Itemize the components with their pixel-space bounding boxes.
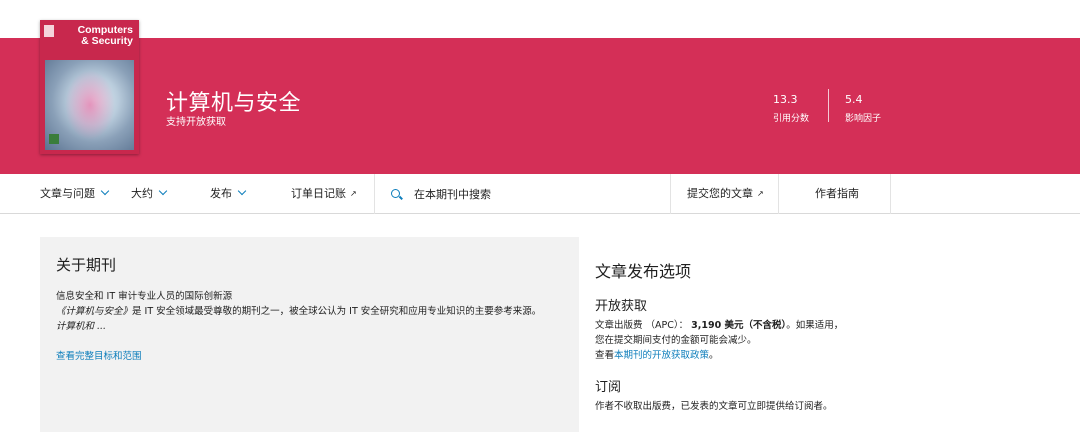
citescore-value: 13.3	[773, 93, 798, 106]
submit-article-label: 提交您的文章	[687, 187, 753, 200]
about-journal-description-text: 是 IT 安全领域最受尊敬的期刊之一，被全球公认为 IT 安全研究和应用专业知识…	[132, 306, 542, 317]
apc-description: 文章出版费 （APC）： 3,190 美元（不含税）。如果适用， 您在提交期间支…	[595, 318, 1015, 363]
chevron-down-icon	[237, 186, 247, 196]
cover-art-highlight	[65, 70, 115, 140]
cover-artwork	[45, 60, 134, 150]
about-journal-excerpt: 计算机和 ...	[56, 321, 107, 332]
apc-reduction-note: 您在提交期间支付的金额可能会减少。	[595, 335, 757, 346]
publishing-options-section: 文章发布选项 开放获取 文章出版费 （APC）： 3,190 美元（不含税）。如…	[595, 258, 1015, 414]
nav-publish-label: 发布	[210, 187, 232, 200]
journal-banner: 计算机与安全 支持开放获取 13.3 引用分数 5.4 影响因子	[0, 38, 1080, 174]
external-link-icon: ↗	[757, 189, 764, 198]
citescore-label: 引用分数	[773, 114, 810, 124]
open-access-policy-link[interactable]: 本期刊的开放获取政策	[614, 350, 709, 361]
nav-order-journal[interactable]: 订单日记账 ↗	[291, 174, 357, 214]
citescore-metric[interactable]: 13.3 引用分数	[773, 93, 809, 124]
nav-divider	[890, 174, 891, 214]
nav-order-journal-label: 订单日记账	[291, 187, 346, 200]
author-guide-label: 作者指南	[815, 187, 859, 200]
impact-factor-label: 影响因子	[845, 114, 882, 124]
cover-title-line2: & Security	[81, 35, 133, 47]
nav-articles-issues-label: 文章与问题	[40, 187, 95, 200]
cover-badge-icon	[49, 134, 59, 144]
external-link-icon: ↗	[350, 189, 357, 198]
journal-cover-image[interactable]: Computers & Security	[40, 20, 139, 154]
nav-publish[interactable]: 发布	[210, 174, 247, 214]
nav-about-label: 大约	[131, 187, 153, 200]
nav-articles-issues[interactable]: 文章与问题	[40, 174, 110, 214]
about-journal-panel: 关于期刊 信息安全和 IT 审计专业人员的国际创新源 《计算机与安全》是 IT …	[40, 237, 579, 432]
cover-title: Computers & Security	[78, 25, 133, 47]
open-access-heading: 开放获取	[595, 299, 648, 314]
apc-suffix: 。如果适用，	[786, 320, 844, 331]
chevron-down-icon	[100, 186, 110, 196]
impact-factor-value: 5.4	[845, 93, 863, 106]
metric-divider	[828, 89, 829, 122]
subscription-description: 作者不收取出版费，已发表的文章可立即提供给订阅者。	[595, 401, 833, 412]
apc-prefix: 文章出版费 （APC）：	[595, 320, 692, 331]
about-journal-heading: 关于期刊	[56, 256, 117, 274]
policy-prefix: 查看	[595, 350, 615, 361]
nav-divider	[670, 174, 671, 214]
nav-about[interactable]: 大约	[131, 174, 168, 214]
about-journal-description: 《计算机与安全》是 IT 安全领域最受尊敬的期刊之一，被全球公认为 IT 安全研…	[56, 304, 563, 319]
subscription-heading: 订阅	[595, 380, 622, 395]
about-journal-intro: 信息安全和 IT 审计专业人员的国际创新源	[56, 291, 233, 302]
journal-search-input[interactable]	[414, 174, 664, 214]
policy-suffix: 。	[709, 350, 719, 361]
apc-value: 3,190 美元（不含税）	[691, 320, 787, 331]
publishing-options-heading: 文章发布选项	[595, 262, 692, 281]
impact-factor-metric[interactable]: 5.4 影响因子	[845, 93, 881, 124]
nav-divider	[374, 174, 375, 214]
submit-article-link[interactable]: 提交您的文章 ↗	[687, 174, 764, 214]
journal-name-italic: 《计算机与安全》	[56, 306, 133, 317]
view-aims-scope-link[interactable]: 查看完整目标和范围	[56, 348, 142, 362]
elsevier-logo-icon	[44, 25, 54, 37]
nav-divider	[778, 174, 779, 214]
chevron-down-icon	[158, 186, 168, 196]
open-access-support-label: 支持开放获取	[166, 117, 226, 128]
search-icon[interactable]	[391, 189, 400, 198]
author-guide-link[interactable]: 作者指南	[815, 174, 859, 214]
